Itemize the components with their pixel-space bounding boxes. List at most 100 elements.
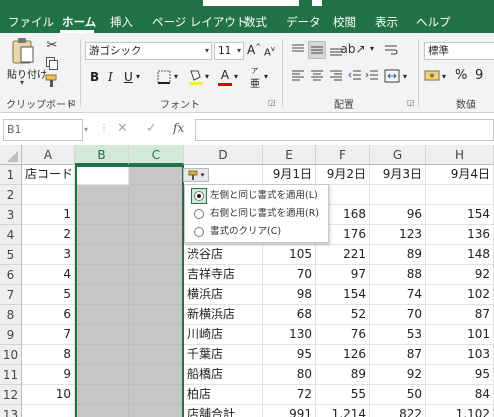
cell-b11[interactable] <box>75 365 129 385</box>
chevron-down-icon[interactable]: ▾ <box>370 44 374 53</box>
cell-a6[interactable]: 4 <box>22 265 75 285</box>
tab-view[interactable]: 表示 <box>375 14 398 30</box>
align-center-icon[interactable] <box>309 69 325 83</box>
menu-item-apply-right-format[interactable]: 右側と同じ書式を適用(R) <box>188 205 327 223</box>
row-header[interactable]: 3 <box>0 205 22 225</box>
cell-a8[interactable]: 6 <box>22 305 75 325</box>
cell-a13[interactable] <box>22 405 75 417</box>
row-header[interactable]: 4 <box>0 225 22 245</box>
chevron-down-icon[interactable]: ▾ <box>442 72 446 81</box>
chevron-down-icon[interactable]: ▾ <box>234 72 238 81</box>
cell-c12[interactable] <box>129 385 184 405</box>
cell-a9[interactable]: 7 <box>22 325 75 345</box>
cell-h6[interactable]: 92 <box>426 265 494 285</box>
row-header[interactable]: 12 <box>0 385 22 405</box>
menu-item-apply-left-format[interactable]: 左側と同じ書式を適用(L) <box>188 187 327 205</box>
cell-e1[interactable]: 9月1日 <box>263 165 316 185</box>
cell-f7[interactable]: 154 <box>316 285 370 305</box>
cell-f10[interactable]: 126 <box>316 345 370 365</box>
cell-f6[interactable]: 97 <box>316 265 370 285</box>
paste-button-label[interactable]: 貼り付け <box>7 66 47 81</box>
select-all-corner[interactable] <box>0 145 22 165</box>
shrink-font-icon[interactable]: Av <box>264 45 275 58</box>
cell-h10[interactable]: 103 <box>426 345 494 365</box>
chevron-down-icon[interactable]: ▾ <box>264 72 268 81</box>
cell-a11[interactable]: 9 <box>22 365 75 385</box>
chevron-down-icon[interactable]: ▾ <box>84 125 88 134</box>
cell-b6[interactable] <box>75 265 129 285</box>
fill-color-icon[interactable] <box>188 68 204 86</box>
cell-e6[interactable]: 70 <box>263 265 316 285</box>
cell-f11[interactable]: 89 <box>316 365 370 385</box>
clipboard-launcher-icon[interactable]: ◲ <box>68 98 76 107</box>
tab-formulas[interactable]: 数式 <box>244 14 267 30</box>
cell-f12[interactable]: 55 <box>316 385 370 405</box>
cell-b10[interactable] <box>75 345 129 365</box>
cell-d9[interactable]: 川崎店 <box>184 325 263 345</box>
cell-d10[interactable]: 千葉店 <box>184 345 263 365</box>
cell-d13[interactable]: 店舗合計 <box>184 405 263 417</box>
cell-a1[interactable]: 店コード <box>22 165 75 185</box>
column-header-h[interactable]: H <box>426 145 494 165</box>
cell-a3[interactable]: 1 <box>22 205 75 225</box>
cell-c2[interactable] <box>129 185 184 205</box>
chevron-down-icon[interactable]: ▾ <box>205 72 209 81</box>
cell-g11[interactable]: 92 <box>370 365 426 385</box>
cell-h8[interactable]: 87 <box>426 305 494 325</box>
insert-function-button[interactable]: fx <box>173 121 184 135</box>
cell-e7[interactable]: 98 <box>263 285 316 305</box>
copy-icon[interactable] <box>44 55 60 71</box>
cell-f13[interactable]: 1,214 <box>316 405 370 417</box>
row-header[interactable]: 2 <box>0 185 22 205</box>
cell-e13[interactable]: 991 <box>263 405 316 417</box>
cell-h5[interactable]: 148 <box>426 245 494 265</box>
cell-c3[interactable] <box>129 205 184 225</box>
row-header[interactable]: 5 <box>0 245 22 265</box>
bold-button[interactable]: B <box>90 70 99 84</box>
cell-h13[interactable]: 1,102 <box>426 405 494 417</box>
column-header-e[interactable]: E <box>263 145 316 165</box>
cell-c5[interactable] <box>129 245 184 265</box>
borders-icon[interactable] <box>155 69 173 85</box>
row-header[interactable]: 8 <box>0 305 22 325</box>
cell-c9[interactable] <box>129 325 184 345</box>
cell-f9[interactable]: 76 <box>316 325 370 345</box>
cell-c8[interactable] <box>129 305 184 325</box>
cell-e8[interactable]: 68 <box>263 305 316 325</box>
cell-a5[interactable]: 3 <box>22 245 75 265</box>
cell-g13[interactable]: 822 <box>370 405 426 417</box>
align-left-icon[interactable] <box>290 69 306 83</box>
name-box[interactable]: B1 <box>3 119 83 141</box>
decrease-indent-icon[interactable] <box>347 69 363 83</box>
cell-c4[interactable] <box>129 225 184 245</box>
number-format-combo[interactable]: 標準 <box>424 42 494 60</box>
align-middle-icon[interactable] <box>308 41 326 59</box>
cut-icon[interactable]: ✂ <box>44 37 60 53</box>
cell-c10[interactable] <box>129 345 184 365</box>
tab-home[interactable]: ホーム <box>62 14 96 30</box>
chevron-down-icon[interactable]: ▾ <box>174 72 178 81</box>
cell-b12[interactable] <box>75 385 129 405</box>
cell-g8[interactable]: 70 <box>370 305 426 325</box>
column-header-b[interactable]: B <box>75 145 129 165</box>
cell-b9[interactable] <box>75 325 129 345</box>
cell-g2[interactable] <box>370 185 426 205</box>
align-right-icon[interactable] <box>328 69 344 83</box>
cancel-entry-icon[interactable]: ✕ <box>117 121 128 136</box>
column-header-a[interactable]: A <box>22 145 75 165</box>
font-size-combo[interactable]: 11 ▾ <box>214 42 244 60</box>
cell-c11[interactable] <box>129 365 184 385</box>
cell-b13[interactable] <box>75 405 129 417</box>
cell-b4[interactable] <box>75 225 129 245</box>
cell-d5[interactable]: 渋谷店 <box>184 245 263 265</box>
cell-b5[interactable] <box>75 245 129 265</box>
cell-b2[interactable] <box>75 185 129 205</box>
row-header[interactable]: 11 <box>0 365 22 385</box>
tab-help[interactable]: ヘルプ <box>416 14 451 30</box>
cell-a12[interactable]: 10 <box>22 385 75 405</box>
cell-g12[interactable]: 50 <box>370 385 426 405</box>
row-header[interactable]: 9 <box>0 325 22 345</box>
align-top-icon[interactable] <box>290 43 306 57</box>
comma-style-button[interactable]: 9 <box>475 68 483 83</box>
paste-options-button[interactable]: ▾ <box>183 168 209 182</box>
